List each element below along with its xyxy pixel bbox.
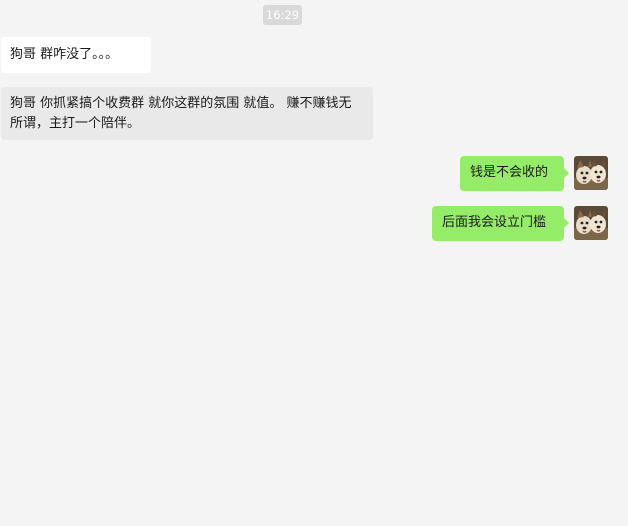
message-text: 狗哥 群咋没了。。。 [10,47,119,62]
chat-area: 16:29 狗哥 群咋没了。。。 狗哥 你抓紧搞个收费群 就你这群的氛围 就值。… [0,0,628,526]
incoming-message[interactable]: 狗哥 群咋没了。。。 [1,37,151,73]
outgoing-message[interactable]: 后面我会设立门槛 [432,206,569,241]
message-text: 狗哥 你抓紧搞个收费群 就你这群的氛围 就值。 赚不赚钱无所谓，主打一个陪伴。 [10,96,352,131]
incoming-message[interactable]: 狗哥 你抓紧搞个收费群 就你这群的氛围 就值。 赚不赚钱无所谓，主打一个陪伴。 [1,87,373,140]
dog-avatar-icon[interactable] [574,206,608,240]
message-text: 后面我会设立门槛 [442,215,547,230]
dog-avatar-icon[interactable] [574,156,608,190]
message-text: 钱是不会收的 [470,165,549,180]
outgoing-message[interactable]: 钱是不会收的 [460,156,569,191]
message-timestamp: 16:29 [263,5,302,25]
